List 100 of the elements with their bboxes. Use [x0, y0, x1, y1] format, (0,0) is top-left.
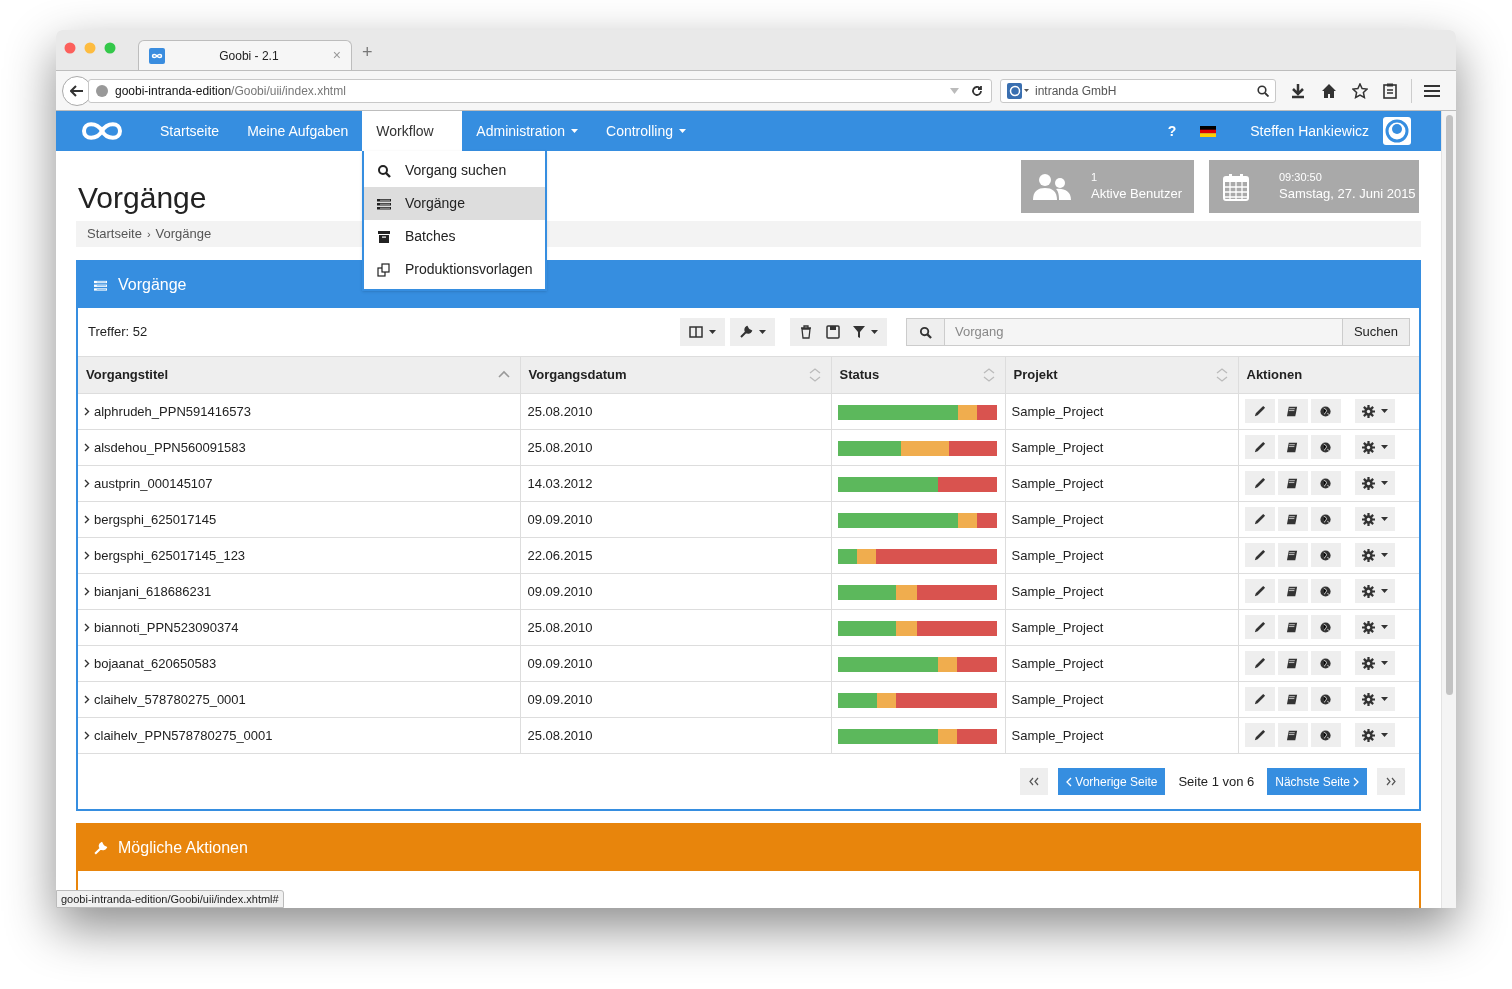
globe-button[interactable]: [1310, 399, 1341, 423]
chevron-right-icon[interactable]: [84, 731, 90, 741]
edit-button[interactable]: [1244, 507, 1275, 531]
edit-button[interactable]: [1244, 687, 1275, 711]
gear-menu-button[interactable]: [1354, 723, 1395, 747]
nav-link[interactable]: Workflow: [362, 111, 463, 151]
globe-button[interactable]: [1310, 543, 1341, 567]
gear-menu-button[interactable]: [1354, 651, 1395, 675]
chevron-right-icon[interactable]: [84, 479, 90, 489]
process-title[interactable]: claihelv_578780275_0001: [94, 690, 246, 710]
globe-button[interactable]: [1310, 471, 1341, 495]
chevron-right-icon[interactable]: [84, 695, 90, 705]
globe-button[interactable]: [1310, 615, 1341, 639]
edit-icon: [1253, 728, 1266, 742]
globe-button[interactable]: [1310, 435, 1341, 459]
book-button[interactable]: [1277, 543, 1308, 567]
window-control-icon: [104, 42, 116, 54]
chevron-right-icon[interactable]: [84, 659, 90, 669]
last-page-button[interactable]: [1377, 768, 1405, 795]
menu-item[interactable]: Batches: [364, 220, 545, 253]
breadcrumb-link[interactable]: Vorgänge: [155, 224, 212, 244]
book-button[interactable]: [1277, 399, 1308, 423]
process-title[interactable]: alphrudeh_PPN591416573: [94, 402, 251, 422]
process-title[interactable]: alsdehou_PPN560091583: [94, 438, 246, 458]
book-button[interactable]: [1277, 687, 1308, 711]
gear-menu-button[interactable]: [1354, 543, 1395, 567]
clipboard-icon[interactable]: [1383, 82, 1397, 99]
column-header[interactable]: Status: [831, 356, 1005, 394]
column-header: Aktionen: [1238, 356, 1419, 394]
process-title[interactable]: bianjani_618686231: [94, 582, 212, 602]
url-field[interactable]: goobi-intranda-edition/Goobi/uii/index.xhtml: [88, 78, 992, 103]
process-title[interactable]: claihelv_PPN578780275_0001: [94, 726, 273, 746]
edit-button[interactable]: [1244, 471, 1275, 495]
search-field[interactable]: Vorgang: [945, 319, 1342, 345]
search-field[interactable]: intranda GmbH: [1000, 78, 1276, 103]
book-button[interactable]: [1277, 723, 1308, 747]
url-text: goobi-intranda-edition/Goobi/uii/index.xhtml: [115, 82, 347, 100]
globe-button[interactable]: [1310, 651, 1341, 675]
gear-menu-button[interactable]: [1354, 435, 1395, 459]
search-button[interactable]: Suchen: [1342, 319, 1409, 345]
edit-button[interactable]: [1244, 723, 1275, 747]
column-header[interactable]: Vorgangstitel: [78, 356, 520, 394]
tab-title: Goobi - 2.1: [218, 47, 280, 65]
browser-tab[interactable]: Goobi - 2.1 ×: [138, 40, 352, 70]
chevron-right-icon[interactable]: [84, 407, 90, 417]
gear-menu-button[interactable]: [1354, 615, 1395, 639]
process-title[interactable]: bergsphi_625017145_123: [94, 546, 246, 566]
gear-menu-button[interactable]: [1354, 399, 1395, 423]
wrench-button[interactable]: [730, 318, 775, 346]
column-header[interactable]: Projekt: [1005, 356, 1238, 394]
globe-button[interactable]: [1310, 579, 1341, 603]
breadcrumb-separator: ›: [146, 226, 151, 242]
gear-icon: [1361, 692, 1375, 706]
new-tab-button[interactable]: +: [362, 38, 373, 66]
gear-menu-button[interactable]: [1354, 471, 1395, 495]
process-title[interactable]: bergsphi_625017145: [94, 510, 217, 530]
chevron-right-icon[interactable]: [84, 587, 90, 597]
globe-button[interactable]: [1310, 723, 1341, 747]
process-title[interactable]: austprin_000145107: [94, 474, 213, 494]
menu-item[interactable]: Vorgang suchen: [364, 154, 545, 187]
list-icon: [377, 196, 391, 211]
edit-button[interactable]: [1244, 651, 1275, 675]
book-button[interactable]: [1277, 579, 1308, 603]
table-cell: 09.09.2010: [520, 645, 831, 682]
gear-menu-button[interactable]: [1354, 687, 1395, 711]
scrollbar-thumb[interactable]: [1446, 115, 1453, 695]
book-button[interactable]: [1277, 471, 1308, 495]
chevron-right-icon[interactable]: [84, 443, 90, 453]
edit-button[interactable]: [1244, 435, 1275, 459]
home-icon[interactable]: [1321, 82, 1337, 99]
chevron-right-icon[interactable]: [84, 551, 90, 561]
process-title[interactable]: bojaanat_620650583: [94, 654, 217, 674]
gear-menu-button[interactable]: [1354, 579, 1395, 603]
book-button[interactable]: [1277, 651, 1308, 675]
breadcrumb-link[interactable]: Startseite: [87, 224, 142, 244]
star-icon[interactable]: [1352, 82, 1368, 99]
panel-title: Vorgänge: [118, 275, 187, 295]
edit-button[interactable]: [1244, 615, 1275, 639]
globe-button[interactable]: [1310, 507, 1341, 531]
menu-icon[interactable]: [1424, 83, 1440, 98]
edit-button[interactable]: [1244, 399, 1275, 423]
download-icon[interactable]: [1290, 82, 1306, 99]
globe-button[interactable]: [1310, 687, 1341, 711]
edit-button[interactable]: [1244, 543, 1275, 567]
process-title[interactable]: biannoti_PPN523090374: [94, 618, 239, 638]
edit-button[interactable]: [1244, 579, 1275, 603]
chevron-right-icon[interactable]: [84, 515, 90, 525]
columns-button[interactable]: [680, 318, 725, 346]
search-icon: [919, 325, 932, 339]
book-button[interactable]: [1277, 615, 1308, 639]
table-cell: 09.09.2010: [520, 501, 831, 538]
book-button[interactable]: [1277, 507, 1308, 531]
column-header[interactable]: Vorgangsdatum: [520, 356, 831, 394]
list-icon: [93, 278, 108, 292]
menu-item[interactable]: Vorgänge: [364, 187, 545, 220]
chevron-right-icon[interactable]: [84, 623, 90, 633]
gear-menu-button[interactable]: [1354, 507, 1395, 531]
menu-item[interactable]: Produktionsvorlagen: [364, 253, 545, 286]
book-button[interactable]: [1277, 435, 1308, 459]
first-page-button[interactable]: [1020, 768, 1049, 795]
